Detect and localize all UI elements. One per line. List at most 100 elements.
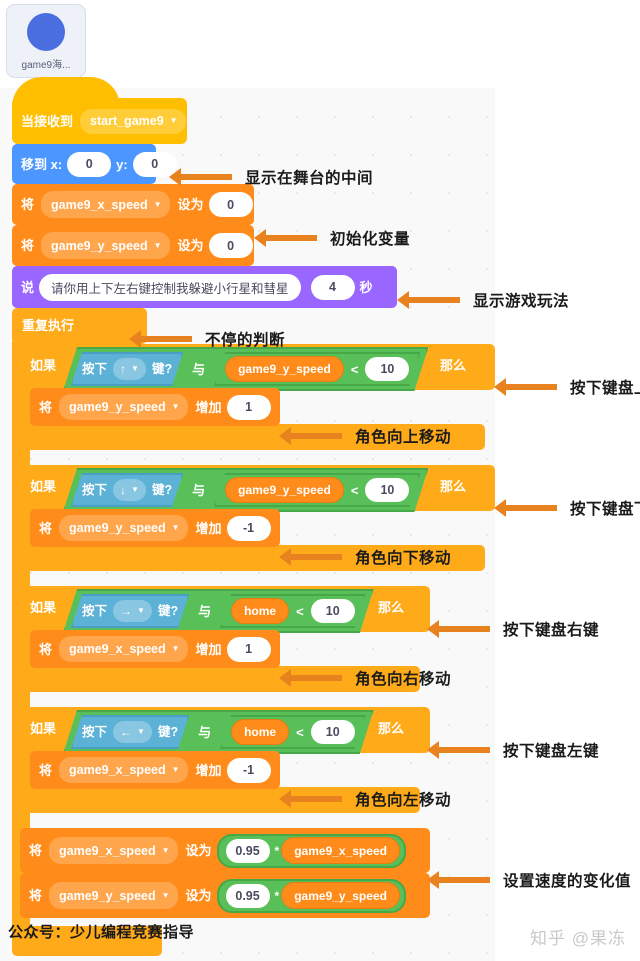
set-y-value-input[interactable]: 0 xyxy=(208,233,253,258)
change-label: 将 xyxy=(39,399,53,415)
sensing-key-pressed-left[interactable]: 按下 ← ▼ 键? xyxy=(71,715,189,749)
and-label: 与 xyxy=(192,482,206,498)
broadcast-dropdown[interactable]: start_game9 ▼ xyxy=(80,108,186,134)
variable-reporter[interactable]: game9_y_speed xyxy=(281,882,400,909)
operator-and-up[interactable]: 按下 ↑ ▼ 键? 与 game9_y_speed < 10 xyxy=(63,347,428,391)
sprite-thumbnail[interactable]: game9海... xyxy=(6,4,86,78)
variable-dropdown-x-speed[interactable]: game9_x_speed ▼ xyxy=(41,191,170,218)
then-label: 那么 xyxy=(378,600,405,615)
block-change-y-speed-down[interactable]: 将 game9_y_speed ▼ 增加 -1 xyxy=(30,509,280,547)
key-dropdown-right[interactable]: → ▼ xyxy=(113,600,152,622)
block-when-broadcast-received[interactable]: 当接收到 start_game9 ▼ xyxy=(12,77,187,144)
sensing-key-pressed-right[interactable]: 按下 → ▼ 键? xyxy=(71,594,189,628)
variable-dropdown[interactable]: game9_y_speed ▼ xyxy=(49,882,178,909)
variable-dropdown[interactable]: game9_x_speed ▼ xyxy=(59,636,188,662)
factor-input[interactable]: 0.95 xyxy=(225,838,270,863)
change-value-input[interactable]: -1 xyxy=(226,757,271,783)
arrow-left-icon xyxy=(427,620,490,638)
operator-less-than-right[interactable]: home < 10 xyxy=(220,594,366,628)
annotation-move-right: 角色向右移动 xyxy=(279,667,451,689)
variable-reporter[interactable]: game9_y_speed xyxy=(225,356,344,382)
press-label: 按下 xyxy=(82,482,108,497)
key-dropdown-down[interactable]: ↓ ▼ xyxy=(113,479,146,501)
press-label: 按下 xyxy=(82,603,108,618)
chevron-down-icon: ▼ xyxy=(171,523,180,532)
operator-less-than-down[interactable]: game9_y_speed < 10 xyxy=(214,473,420,507)
block-set-y-speed-damping[interactable]: 将 game9_y_speed ▼ 设为 0.95 * game9_y_spee… xyxy=(20,873,430,918)
arrow-left-icon xyxy=(254,229,317,247)
arrow-left-icon xyxy=(129,330,192,348)
variable-dropdown[interactable]: game9_y_speed ▼ xyxy=(59,515,188,541)
block-say-for-seconds[interactable]: 说 请你用上下左右键控制我躲避小行星和彗星 4 秒 xyxy=(12,266,397,308)
block-change-x-speed-left[interactable]: 将 game9_x_speed ▼ 增加 -1 xyxy=(30,751,280,789)
key-dropdown-up[interactable]: ↑ ▼ xyxy=(113,358,146,380)
operator-less-than-up[interactable]: game9_y_speed < 10 xyxy=(214,352,420,386)
script-workspace[interactable]: 当接收到 start_game9 ▼ 移到 x: 0 y: 0 将 game9_… xyxy=(0,77,495,961)
block-set-x-speed-init[interactable]: 将 game9_x_speed ▼ 设为 0 xyxy=(12,184,254,225)
set-x-value-input[interactable]: 0 xyxy=(208,192,253,217)
key-suffix-label: 键? xyxy=(151,361,173,376)
change-label: 将 xyxy=(39,762,53,778)
change-value-input[interactable]: -1 xyxy=(226,515,271,541)
factor-input[interactable]: 0.95 xyxy=(225,883,270,908)
annotation-init-variables: 初始化变量 xyxy=(254,227,411,249)
goto-x-input[interactable]: 0 xyxy=(67,151,112,177)
operator-and-down[interactable]: 按下 ↓ ▼ 键? 与 game9_y_speed < 10 xyxy=(63,468,428,512)
less-than-symbol: < xyxy=(350,361,359,377)
block-set-y-speed-init[interactable]: 将 game9_y_speed ▼ 设为 0 xyxy=(12,225,254,266)
comparison-value-input[interactable]: 10 xyxy=(365,357,409,381)
say-message-input[interactable]: 请你用上下左右键控制我躲避小行星和彗星 xyxy=(39,273,301,301)
sensing-key-pressed-down[interactable]: 按下 ↓ ▼ 键? xyxy=(71,473,183,507)
set-to-label: 设为 xyxy=(177,197,204,212)
change-label: 将 xyxy=(39,520,53,536)
variable-dropdown[interactable]: game9_x_speed ▼ xyxy=(49,837,178,864)
chevron-down-icon: ▼ xyxy=(169,116,178,125)
and-label: 与 xyxy=(192,361,206,377)
operator-multiply-x[interactable]: 0.95 * game9_x_speed xyxy=(216,833,406,868)
change-value-input[interactable]: 1 xyxy=(226,394,271,420)
broadcast-value: start_game9 xyxy=(90,114,164,128)
key-suffix-label: 键? xyxy=(151,482,173,497)
set-label: 将 xyxy=(21,197,35,212)
annotation-text: 显示在舞台的中间 xyxy=(245,170,374,187)
key-dropdown-left[interactable]: ← ▼ xyxy=(113,721,152,743)
variable-dropdown[interactable]: game9_x_speed ▼ xyxy=(59,757,188,783)
chevron-down-icon: ▼ xyxy=(171,644,180,653)
sensing-key-pressed-up[interactable]: 按下 ↑ ▼ 键? xyxy=(71,352,183,386)
then-label: 那么 xyxy=(440,358,467,373)
variable-reporter[interactable]: game9_x_speed xyxy=(281,837,400,864)
annotation-text: 按下键盘左键 xyxy=(503,743,600,760)
block-change-x-speed-right[interactable]: 将 game9_x_speed ▼ 增加 1 xyxy=(30,630,280,668)
comparison-value-input[interactable]: 10 xyxy=(311,599,355,623)
chevron-down-icon: ▼ xyxy=(137,727,145,736)
circle-sprite-icon xyxy=(27,13,65,51)
comparison-value-input[interactable]: 10 xyxy=(365,478,409,502)
operator-multiply-y[interactable]: 0.95 * game9_y_speed xyxy=(216,878,406,913)
variable-reporter[interactable]: home xyxy=(231,719,289,745)
annotation-text: 初始化变量 xyxy=(330,231,411,248)
say-seconds-input[interactable]: 4 xyxy=(310,274,355,300)
and-label: 与 xyxy=(198,724,212,740)
operator-less-than-left[interactable]: home < 10 xyxy=(220,715,366,749)
annotation-text: 不停的判断 xyxy=(205,332,286,349)
block-change-y-speed-up[interactable]: 将 game9_y_speed ▼ 增加 1 xyxy=(30,388,280,426)
goto-label: 移到 x: xyxy=(21,156,63,172)
block-set-x-speed-damping[interactable]: 将 game9_x_speed ▼ 设为 0.95 * game9_x_spee… xyxy=(20,828,430,873)
key-value: ← xyxy=(120,725,133,739)
variable-reporter[interactable]: game9_y_speed xyxy=(225,477,344,503)
chevron-down-icon: ▼ xyxy=(161,845,170,855)
variable-dropdown[interactable]: game9_y_speed ▼ xyxy=(59,394,188,420)
forever-label: 重复执行 xyxy=(22,318,75,333)
variable-name: game9_x_speed xyxy=(51,197,148,212)
comparison-value-input[interactable]: 10 xyxy=(311,720,355,744)
annotation-press-left-key: 按下键盘左键 xyxy=(427,739,600,761)
chevron-down-icon: ▼ xyxy=(171,765,180,774)
less-than-symbol: < xyxy=(350,482,359,498)
operator-and-right[interactable]: 按下 → ▼ 键? 与 home < 10 xyxy=(63,589,374,633)
variable-dropdown-y-speed[interactable]: game9_y_speed ▼ xyxy=(41,232,170,259)
chevron-down-icon: ▼ xyxy=(131,364,139,373)
variable-reporter[interactable]: home xyxy=(231,598,289,624)
block-goto-xy[interactable]: 移到 x: 0 y: 0 xyxy=(12,144,177,184)
operator-and-left[interactable]: 按下 ← ▼ 键? 与 home < 10 xyxy=(63,710,374,754)
change-value-input[interactable]: 1 xyxy=(226,636,271,662)
